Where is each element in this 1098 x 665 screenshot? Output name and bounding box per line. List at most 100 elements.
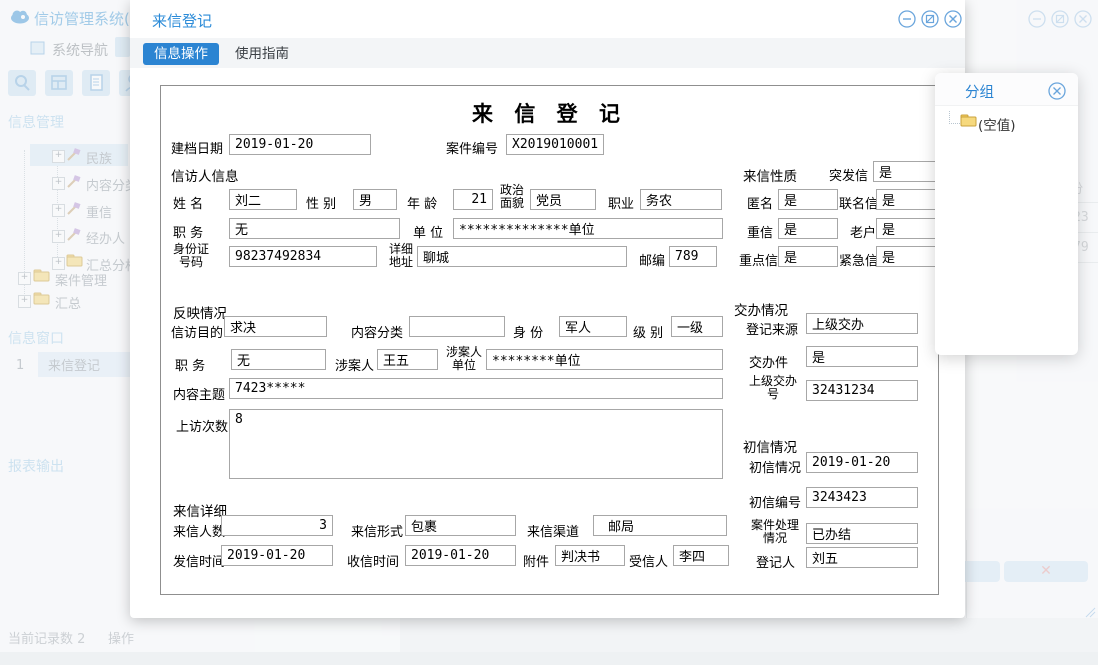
- reg-source-label: 登记来源: [746, 319, 798, 338]
- tree-expander-icon[interactable]: +: [52, 177, 65, 190]
- tree-expander-icon[interactable]: +: [18, 295, 31, 308]
- duty2-input[interactable]: [231, 349, 326, 370]
- recipient-input[interactable]: [673, 545, 729, 566]
- address-input[interactable]: [417, 246, 627, 267]
- tree-expander-icon[interactable]: +: [52, 204, 65, 217]
- political-label: 政治面貌: [498, 184, 526, 210]
- first-info-label: 初信情况: [749, 457, 801, 476]
- gender-input[interactable]: [353, 189, 397, 210]
- key-letter-input[interactable]: [778, 246, 838, 267]
- send-time-input[interactable]: [221, 545, 333, 566]
- group-panel-title: 分组: [965, 81, 994, 102]
- involved-unit-input[interactable]: [486, 349, 723, 370]
- folder-icon: [33, 269, 50, 282]
- anonymous-input[interactable]: [778, 189, 838, 210]
- unit-input[interactable]: [453, 218, 723, 239]
- toolbar-document-button[interactable]: [82, 70, 110, 96]
- tree-item-chongxin[interactable]: 重信: [86, 202, 112, 221]
- section-info-window: 信息窗口: [8, 328, 64, 348]
- joint-input[interactable]: [876, 189, 936, 210]
- subject-input[interactable]: [229, 378, 723, 399]
- sup-no-input[interactable]: [806, 380, 918, 401]
- tree-item-minzu[interactable]: 民族: [86, 148, 112, 167]
- archive-date-input[interactable]: [229, 134, 371, 155]
- involved-label: 涉案人: [335, 355, 374, 374]
- recv-time-input[interactable]: [405, 545, 516, 566]
- old-user-input[interactable]: [876, 218, 936, 239]
- tab-info-operation[interactable]: 信息操作: [143, 43, 219, 65]
- recv-time-label: 收信时间: [347, 551, 399, 570]
- toolbar-table-button[interactable]: [45, 70, 73, 96]
- first-no-input[interactable]: [806, 487, 918, 508]
- archive-date-label: 建档日期: [171, 138, 223, 157]
- unit-label: 单 位: [413, 222, 443, 241]
- old-user-label: 老户: [850, 222, 876, 241]
- attachment-input[interactable]: [555, 545, 625, 566]
- resize-handle-icon[interactable]: [1084, 606, 1096, 618]
- bg-window-controls[interactable]: [1028, 10, 1094, 30]
- send-time-label: 发信时间: [173, 551, 225, 570]
- recipient-label: 受信人: [629, 551, 668, 570]
- visits-textarea[interactable]: 8: [229, 409, 723, 479]
- restore-button[interactable]: [921, 10, 939, 28]
- content-class-label: 内容分类: [351, 322, 403, 341]
- letter-register-form: 来 信 登 记 建档日期 案件编号 信访人信息 姓 名 性 别 年 龄 政治面貌…: [160, 85, 939, 595]
- identity-input[interactable]: [559, 316, 627, 337]
- nav-tab-system[interactable]: 系统导航: [52, 40, 108, 60]
- case-no-input[interactable]: [506, 134, 604, 155]
- section-petitioner: 信访人信息: [171, 165, 239, 185]
- toolbar-search-button[interactable]: [8, 70, 36, 96]
- content-class-input[interactable]: [409, 316, 505, 337]
- tab-user-guide[interactable]: 使用指南: [224, 43, 300, 65]
- urgent-input[interactable]: [876, 246, 936, 267]
- anonymous-label: 匿名: [747, 193, 773, 212]
- channel-input[interactable]: [593, 515, 727, 536]
- tree-guide-line: [949, 111, 960, 124]
- tree-expander-icon[interactable]: +: [18, 272, 31, 285]
- duty-input[interactable]: [229, 218, 400, 239]
- duty-label: 职 务: [173, 222, 203, 241]
- level-label: 级 别: [633, 322, 663, 341]
- nav-tab2-icon[interactable]: [115, 37, 130, 57]
- tree-expander-icon[interactable]: +: [52, 257, 65, 270]
- occupation-input[interactable]: [640, 189, 722, 210]
- name-input[interactable]: [229, 189, 297, 210]
- tree-item-anjian-guanli[interactable]: 案件管理: [55, 270, 107, 289]
- folder-icon: [33, 292, 50, 305]
- app-title: 信访管理系统(: [34, 8, 130, 29]
- close-icon: ✕: [1040, 563, 1052, 579]
- joint-label: 联名信: [839, 193, 878, 212]
- group-empty-item[interactable]: (空值): [978, 114, 1016, 134]
- registrar-input[interactable]: [806, 547, 918, 568]
- assigned-input[interactable]: [806, 346, 918, 367]
- repeat-letter-input[interactable]: [778, 218, 838, 239]
- key-letter-label: 重点信: [739, 250, 778, 269]
- age-input[interactable]: [453, 189, 493, 210]
- id-no-input[interactable]: [229, 246, 377, 267]
- postcode-input[interactable]: [669, 246, 717, 267]
- group-panel-close-button[interactable]: [1048, 82, 1066, 100]
- sudden-input[interactable]: [873, 161, 936, 182]
- close-button[interactable]: [944, 10, 962, 28]
- tree-item-jingbanren[interactable]: 经办人: [86, 228, 125, 247]
- letter-form-input[interactable]: [405, 515, 516, 536]
- people-count-input[interactable]: [221, 515, 333, 536]
- case-status-label: 案件处理情况: [746, 519, 804, 545]
- bg-close-button[interactable]: ✕: [1004, 561, 1088, 582]
- minimize-button[interactable]: [898, 10, 916, 28]
- tree-expander-icon[interactable]: +: [52, 230, 65, 243]
- reg-source-input[interactable]: [806, 313, 918, 334]
- age-label: 年 龄: [407, 193, 437, 212]
- first-info-input[interactable]: [806, 452, 918, 473]
- level-input[interactable]: [671, 316, 723, 337]
- section-info-mgmt: 信息管理: [8, 112, 64, 132]
- involved-unit-label: 涉案人单位: [442, 346, 486, 372]
- purpose-input[interactable]: [224, 316, 327, 337]
- tree-expander-icon[interactable]: +: [52, 150, 65, 163]
- involved-input[interactable]: [377, 349, 438, 370]
- political-input[interactable]: [530, 189, 596, 210]
- form-title: 来 信 登 记: [161, 98, 938, 128]
- checkbox-icon: [30, 41, 45, 55]
- case-status-input[interactable]: [806, 523, 918, 544]
- tree-item-huizong[interactable]: 汇总: [55, 293, 81, 312]
